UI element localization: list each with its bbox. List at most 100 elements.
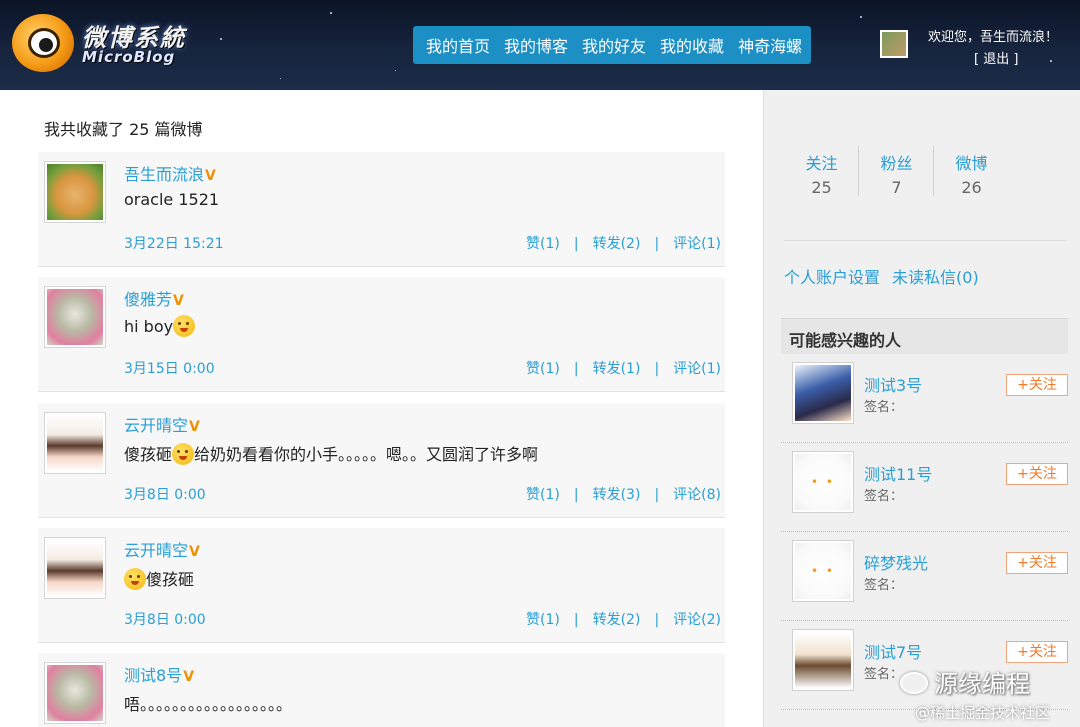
recommend-name[interactable]: 测试3号: [864, 372, 922, 396]
separator: |: [654, 612, 660, 628]
unread-messages-link[interactable]: 未读私信(0): [892, 268, 979, 287]
follow-button[interactable]: +关注: [1006, 641, 1068, 663]
post-item: 测试8号V 唔。。。。。。。。。。。。。。。。。。: [38, 653, 725, 727]
post-username[interactable]: 傻雅芳V: [124, 286, 184, 310]
main-content: 我共收藏了 25 篇微博 吾生而流浪V oracle 1521 3月22日 15…: [0, 90, 763, 727]
follow-button[interactable]: +关注: [1006, 374, 1068, 396]
post-item: 云开晴空V 傻孩砸 给奶奶看看你的小手。。。。。嗯。。又圆润了许多啊 3月8日 0…: [38, 403, 725, 518]
star-decoration: [220, 38, 222, 40]
nav-favorites[interactable]: 我的收藏: [653, 33, 731, 57]
star-decoration: [860, 16, 862, 18]
post-username[interactable]: 云开晴空V: [124, 412, 200, 436]
user-avatar[interactable]: [880, 30, 908, 58]
post-item: 吾生而流浪V oracle 1521 3月22日 15:21 赞(1) | 转发(2…: [38, 152, 725, 267]
like-button[interactable]: 赞(1): [526, 361, 560, 377]
post-content: 傻孩砸: [124, 566, 194, 590]
recommend-title: 可能感兴趣的人: [781, 318, 1068, 354]
recommend-sign: 签名：: [864, 667, 904, 682]
post-actions: 赞(1) | 转发(3) | 评论(8): [526, 484, 721, 504]
post-avatar[interactable]: [44, 412, 106, 474]
post-time: 3月8日 0:00: [124, 487, 206, 503]
divider: [784, 240, 1066, 241]
recommend-avatar[interactable]: [792, 629, 854, 691]
stat-followers[interactable]: 粉丝 7: [859, 150, 934, 197]
follow-button[interactable]: +关注: [1006, 463, 1068, 485]
logo-subtitle: MicroBlog: [82, 48, 176, 66]
post-avatar[interactable]: [44, 161, 106, 223]
recommend-user: 测试11号 签名： +关注: [781, 443, 1068, 532]
right-sidebar: 关注 25 粉丝 7 微博 26 个人账户设置 未读私信(0) 可能感兴趣的人 测…: [763, 90, 1080, 727]
separator: |: [654, 361, 660, 377]
post-content: 傻孩砸 给奶奶看看你的小手。。。。。嗯。。又圆润了许多啊: [124, 443, 539, 465]
recommend-avatar[interactable]: [792, 451, 854, 513]
post-username[interactable]: 吾生而流浪V: [124, 161, 216, 185]
like-button[interactable]: 赞(1): [526, 612, 560, 628]
recommend-name[interactable]: 测试11号: [864, 461, 932, 485]
blush-emoji-icon: [172, 443, 195, 465]
nav-home[interactable]: 我的首页: [419, 33, 497, 57]
nav-blog[interactable]: 我的博客: [497, 33, 575, 57]
repost-button[interactable]: 转发(2): [593, 236, 641, 252]
post-username[interactable]: 测试8号V: [124, 662, 194, 686]
blush-emoji-icon: [173, 315, 196, 337]
separator: |: [573, 361, 579, 377]
star-decoration: [280, 78, 281, 79]
repost-button[interactable]: 转发(1): [593, 361, 641, 377]
watermark-sub: @稀土掘金技术社区: [915, 704, 1051, 722]
vip-badge-icon: V: [205, 168, 216, 184]
repost-button[interactable]: 转发(2): [593, 612, 641, 628]
microblog-logo[interactable]: 微博系統 MicroBlog: [12, 14, 202, 74]
post-item: 傻雅芳V hi boy 3月15日 0:00 赞(1) | 转发(1) | 评论(1): [38, 277, 725, 392]
welcome-text: 欢迎您，吾生而流浪！: [928, 30, 1059, 45]
top-header: 微博系統 MicroBlog 我的首页 我的博客 我的好友 我的收藏 神奇海螺 …: [0, 0, 1080, 90]
post-avatar[interactable]: [44, 286, 106, 348]
favorites-count: 我共收藏了 25 篇微博: [44, 120, 203, 139]
recommend-sign: 签名：: [864, 489, 904, 504]
recommend-sign: 签名：: [864, 578, 904, 593]
recommend-avatar[interactable]: [792, 540, 854, 602]
post-time: 3月8日 0:00: [124, 612, 206, 628]
vip-badge-icon: V: [189, 544, 200, 560]
post-content: 唔。。。。。。。。。。。。。。。。。。: [124, 695, 293, 714]
recommend-name[interactable]: 测试7号: [864, 639, 922, 663]
account-settings-link[interactable]: 个人账户设置: [784, 268, 880, 287]
post-item: 云开晴空V 傻孩砸 3月8日 0:00 赞(1) | 转发(2) | 评论(2): [38, 528, 725, 643]
post-actions: 赞(1) | 转发(2) | 评论(2): [526, 609, 721, 629]
post-time: 3月22日 15:21: [124, 236, 224, 252]
post-username[interactable]: 云开晴空V: [124, 537, 200, 561]
cat-emoji-icon: [124, 568, 146, 590]
main-nav: 我的首页 我的博客 我的好友 我的收藏 神奇海螺: [413, 26, 811, 64]
post-content: hi boy: [124, 315, 196, 337]
star-decoration: [395, 70, 396, 71]
post-actions: 赞(1) | 转发(2) | 评论(1): [526, 233, 721, 253]
like-button[interactable]: 赞(1): [526, 487, 560, 503]
post-avatar[interactable]: [44, 537, 106, 599]
eye-logo-icon: [12, 14, 74, 72]
repost-button[interactable]: 转发(3): [593, 487, 641, 503]
post-time: 3月15日 0:00: [124, 361, 215, 377]
like-button[interactable]: 赞(1): [526, 236, 560, 252]
post-content: oracle 1521: [124, 190, 220, 209]
separator: |: [573, 487, 579, 503]
nav-magic-conch[interactable]: 神奇海螺: [731, 33, 809, 57]
comment-button[interactable]: 评论(1): [673, 361, 721, 377]
stat-following[interactable]: 关注 25: [784, 150, 859, 197]
post-actions: 赞(1) | 转发(1) | 评论(1): [526, 358, 721, 378]
recommend-user: 测试3号 签名： +关注: [781, 354, 1068, 443]
stat-weibo[interactable]: 微博 26: [934, 150, 1009, 197]
separator: |: [573, 612, 579, 628]
recommend-name[interactable]: 碎梦残光: [864, 550, 928, 574]
separator: |: [654, 487, 660, 503]
comment-button[interactable]: 评论(8): [673, 487, 721, 503]
wechat-icon: [900, 672, 928, 694]
comment-button[interactable]: 评论(2): [673, 612, 721, 628]
comment-button[interactable]: 评论(1): [673, 236, 721, 252]
recommend-avatar[interactable]: [792, 362, 854, 424]
follow-button[interactable]: +关注: [1006, 552, 1068, 574]
post-avatar[interactable]: [44, 662, 106, 724]
nav-friends[interactable]: 我的好友: [575, 33, 653, 57]
watermark: 源缘编程: [900, 664, 1030, 699]
logout-link[interactable]: [ 退出 ]: [974, 48, 1018, 67]
vip-badge-icon: V: [189, 419, 200, 435]
recommend-sign: 签名：: [864, 400, 904, 415]
